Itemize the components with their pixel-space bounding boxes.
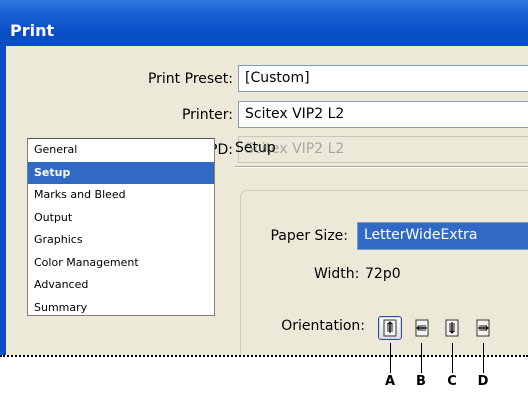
- section-divider: [235, 166, 528, 168]
- print-preset-label: Print Preset:: [147, 71, 233, 87]
- callout-line-c: [452, 343, 453, 373]
- printer-dropdown[interactable]: Scitex VIP2 L2: [238, 101, 528, 128]
- callout-label-d: D: [477, 374, 489, 389]
- width-value: 72p0: [365, 266, 401, 282]
- category-item-setup[interactable]: Setup: [28, 161, 214, 184]
- portrait-orientation-button[interactable]: [378, 316, 402, 340]
- ppd-dropdown: Scitex VIP2 L2: [238, 136, 528, 163]
- orientation-label: Orientation:: [281, 318, 365, 334]
- callout-label-b: B: [416, 374, 426, 389]
- category-list[interactable]: General Setup Marks and Bleed Output Graphic…: [27, 138, 215, 316]
- callout-line-a: [390, 343, 391, 373]
- paper-size-label: Paper Size:: [270, 228, 348, 244]
- print-preset-dropdown[interactable]: [Custom]: [238, 65, 528, 92]
- category-item-advanced[interactable]: Advanced: [28, 274, 214, 297]
- callout-label-c: C: [447, 374, 457, 389]
- printer-label: Printer:: [181, 107, 233, 123]
- reverse-portrait-orientation-button[interactable]: [440, 316, 464, 340]
- callout-line-d: [483, 343, 484, 373]
- print-dialog: Print Print Preset: [Custom] Printer: Sc…: [0, 0, 528, 355]
- category-item-general[interactable]: General: [28, 139, 214, 162]
- category-item-color-management[interactable]: Color Management: [28, 252, 214, 275]
- category-item-output[interactable]: Output: [28, 207, 214, 230]
- callout-label-a: A: [384, 374, 396, 389]
- callout-line-b: [421, 343, 422, 373]
- reverse-landscape-orientation-button[interactable]: [471, 316, 495, 340]
- cut-line: [0, 355, 528, 357]
- title-bar[interactable]: Print: [0, 0, 528, 46]
- window-title: Print: [10, 21, 55, 40]
- category-item-marks-and-bleed[interactable]: Marks and Bleed: [28, 184, 214, 207]
- setup-heading: Setup: [235, 140, 276, 156]
- width-label: Width:: [314, 266, 360, 282]
- landscape-orientation-icon: [415, 319, 429, 337]
- reverse-landscape-orientation-icon: [476, 319, 490, 337]
- reverse-portrait-orientation-icon: [445, 319, 459, 337]
- category-item-summary[interactable]: Summary: [28, 297, 214, 316]
- portrait-orientation-icon: [383, 319, 397, 337]
- paper-size-dropdown[interactable]: LetterWideExtra: [357, 222, 528, 250]
- landscape-orientation-button[interactable]: [410, 316, 434, 340]
